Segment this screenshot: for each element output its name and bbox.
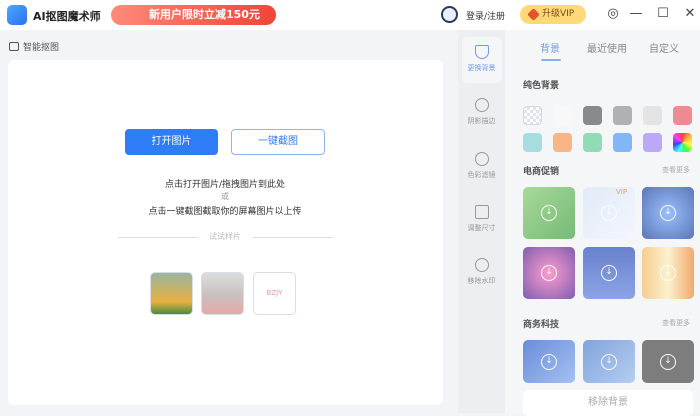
download-icon: ↓ (541, 353, 557, 370)
tool-resize[interactable]: 调整尺寸 (458, 205, 505, 233)
sample-logo[interactable]: BZJY (253, 272, 296, 315)
tool-label: 色彩滤镜 (467, 171, 496, 179)
download-icon: ↓ (601, 265, 617, 281)
background-template[interactable]: ↓ (523, 187, 575, 239)
tab-recent[interactable]: 最近使用 (587, 40, 627, 55)
tool-label: 调整尺寸 (467, 224, 496, 232)
tool-label: 更换背景 (467, 64, 496, 72)
samples-label: 试试样片 (209, 232, 241, 241)
screenshot-button[interactable]: 一键截图 (231, 129, 325, 155)
breadcrumb[interactable]: 智能抠图 (9, 40, 59, 53)
background-template[interactable]: ↓ (583, 340, 635, 383)
background-template[interactable]: ↓ (523, 340, 575, 383)
download-icon: ↓ (660, 205, 676, 221)
login-link[interactable]: 登录/注册 (466, 9, 505, 22)
color-swatch[interactable] (643, 133, 662, 152)
color-swatch[interactable] (523, 133, 542, 152)
tool-label: 移除水印 (467, 277, 496, 285)
diamond-icon (527, 8, 540, 21)
remove-background-button[interactable]: 移除背景 (523, 390, 693, 416)
tool-label: 阴影描边 (467, 117, 496, 125)
color-swatch[interactable] (613, 106, 632, 125)
title-bar (0, 0, 700, 30)
vip-label: 升级VIP (542, 9, 575, 19)
background-template[interactable]: ↓ (642, 187, 694, 239)
ecommerce-more-link[interactable]: 查看更多 (662, 165, 690, 175)
upgrade-vip-button[interactable]: 升级VIP (520, 5, 586, 24)
color-swatch[interactable] (553, 133, 572, 152)
home-icon (9, 42, 19, 51)
settings-icon[interactable]: ◎ (605, 6, 621, 22)
download-icon: ↓ (660, 265, 676, 281)
divider (253, 237, 333, 238)
tool-color-filter[interactable]: 色彩滤镜 (458, 152, 505, 180)
sample-gift[interactable] (201, 272, 244, 315)
avatar-icon[interactable] (441, 6, 458, 23)
tool-shadow-outline[interactable]: 阴影描边 (458, 98, 505, 126)
tool-change-background[interactable]: 更换背景 (458, 45, 505, 73)
download-icon: ↓ (601, 205, 617, 221)
background-template[interactable]: ↓ (642, 247, 694, 299)
hint-text: 点击打开图片/拖拽图片到此处 (164, 180, 286, 190)
solid-section-title: 纯色背景 (523, 81, 560, 91)
breadcrumb-label: 智能抠图 (23, 43, 60, 53)
download-icon: ↓ (541, 265, 557, 281)
vip-badge: VIP (616, 188, 628, 196)
watermark-remove-icon (474, 258, 489, 272)
color-swatch[interactable] (583, 106, 602, 125)
background-template[interactable]: ↓ (642, 340, 694, 383)
paint-bucket-icon (474, 45, 489, 59)
close-icon[interactable]: ✕ (682, 6, 698, 22)
active-tab-indicator (541, 59, 561, 61)
color-swatch[interactable] (643, 106, 662, 125)
shadow-icon (474, 98, 489, 112)
color-swatch[interactable] (583, 133, 602, 152)
color-swatch[interactable] (673, 106, 692, 125)
tab-background[interactable]: 背景 (540, 40, 560, 55)
resize-icon (474, 205, 489, 219)
download-icon: ↓ (541, 205, 557, 221)
open-image-button[interactable]: 打开图片 (125, 129, 218, 155)
hint-or: 或 (221, 192, 229, 201)
ecommerce-section-title: 电商促销 (523, 167, 560, 177)
tool-remove-watermark[interactable]: 移除水印 (458, 258, 505, 286)
minimize-icon[interactable]: — (628, 6, 644, 22)
app-title: AI抠图魔术师 (33, 10, 101, 23)
promo-banner[interactable]: 新用户限时立减150元 (111, 5, 276, 25)
tab-custom[interactable]: 自定义 (649, 40, 679, 55)
hint-text-2: 点击一键截图截取你的屏幕图片以上传 (148, 207, 302, 217)
app-logo (7, 5, 27, 25)
color-swatch[interactable] (673, 133, 692, 152)
color-swatch[interactable] (523, 106, 542, 125)
business-section-title: 商务科技 (523, 320, 560, 330)
maximize-icon[interactable]: ☐ (655, 6, 671, 22)
divider (118, 237, 198, 238)
business-more-link[interactable]: 查看更多 (662, 318, 690, 328)
download-icon: ↓ (601, 353, 617, 370)
sample-woman[interactable] (150, 272, 193, 315)
background-template[interactable]: ↓ (523, 247, 575, 299)
color-swatch[interactable] (553, 106, 572, 125)
background-template[interactable]: ↓ (583, 187, 635, 239)
background-template[interactable]: ↓ (583, 247, 635, 299)
filter-icon (474, 152, 489, 166)
color-swatch[interactable] (613, 133, 632, 152)
download-icon: ↓ (660, 353, 676, 370)
